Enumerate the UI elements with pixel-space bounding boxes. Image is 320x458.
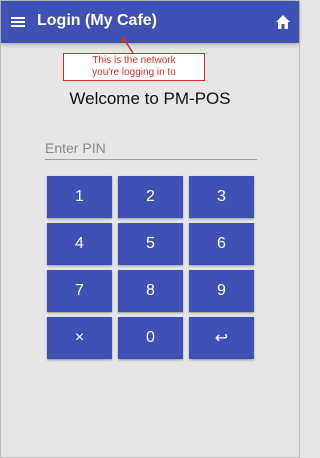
- key-6[interactable]: 6: [189, 223, 254, 265]
- enter-button[interactable]: ↩: [189, 317, 254, 359]
- app-bar: Login (My Cafe): [1, 1, 299, 43]
- key-2[interactable]: 2: [118, 176, 183, 218]
- network-callout: This is the network you're logging in to: [63, 53, 205, 81]
- key-1[interactable]: 1: [47, 176, 112, 218]
- key-4[interactable]: 4: [47, 223, 112, 265]
- callout-line-1: This is the network: [92, 55, 176, 66]
- key-0[interactable]: 0: [118, 317, 183, 359]
- pin-keypad: 1 2 3 4 5 6 7 8 9 × 0 ↩: [47, 176, 255, 359]
- home-icon[interactable]: [274, 13, 292, 31]
- page-title: Login (My Cafe): [37, 12, 157, 29]
- enter-icon: ↩: [214, 330, 229, 347]
- pin-input[interactable]: [45, 137, 257, 160]
- welcome-heading: Welcome to PM-POS: [69, 89, 231, 108]
- key-5[interactable]: 5: [118, 223, 183, 265]
- key-7[interactable]: 7: [47, 270, 112, 312]
- clear-button[interactable]: ×: [47, 317, 112, 359]
- clear-icon: ×: [74, 329, 85, 346]
- callout-line-2: you're logging in to: [92, 67, 176, 78]
- key-3[interactable]: 3: [189, 176, 254, 218]
- key-8[interactable]: 8: [118, 270, 183, 312]
- menu-icon[interactable]: [10, 13, 28, 31]
- key-9[interactable]: 9: [189, 270, 254, 312]
